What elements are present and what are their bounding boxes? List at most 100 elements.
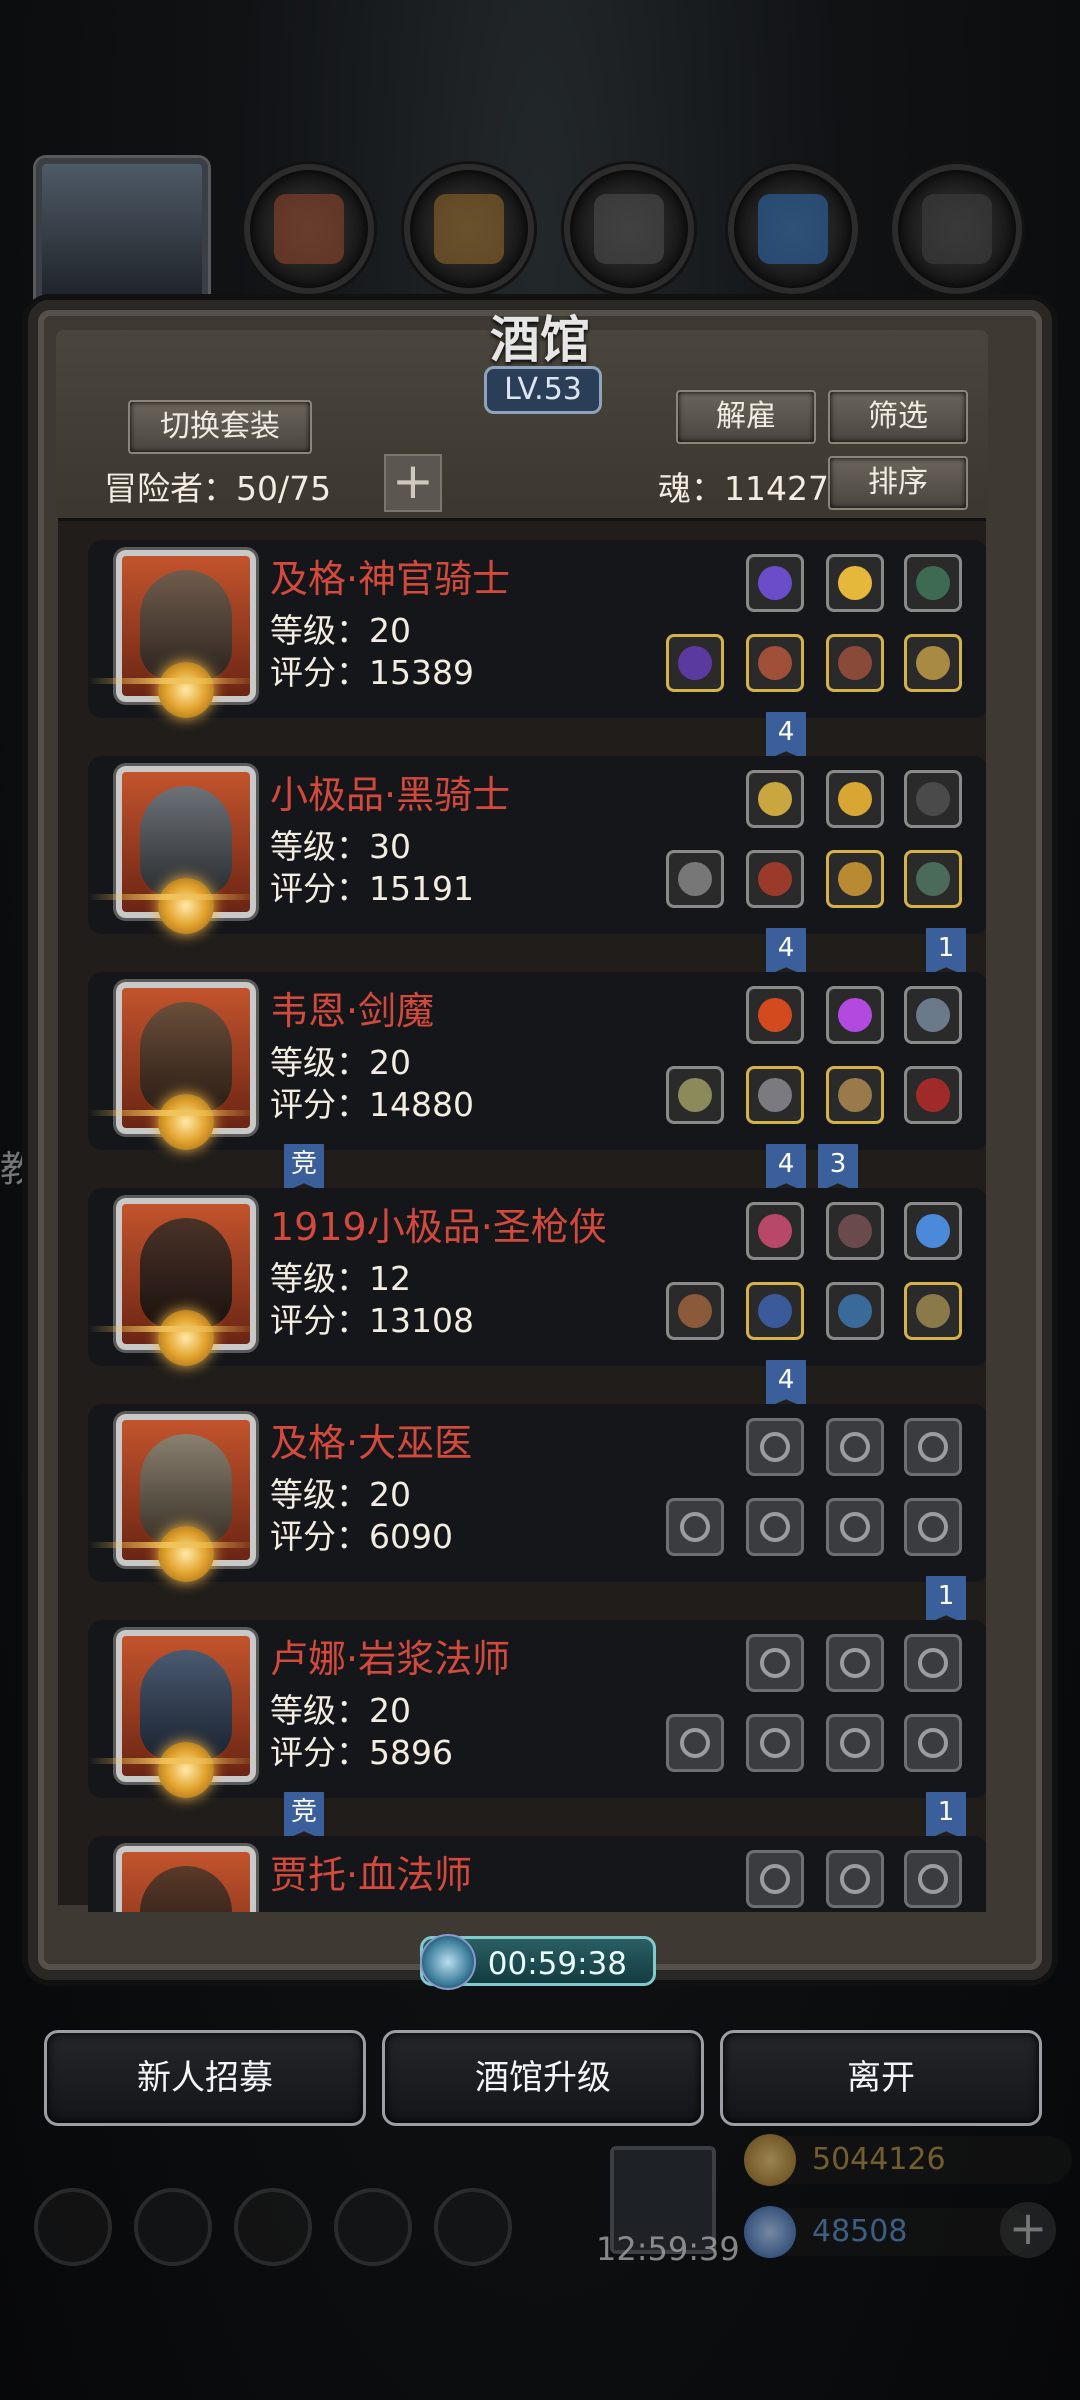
empty-slot-ring-icon[interactable]: [826, 1714, 884, 1772]
empty-slot-ring-icon[interactable]: [826, 1498, 884, 1556]
switch-set-button[interactable]: 切换套装: [128, 400, 312, 454]
hero-card[interactable]: 卢娜·岩浆法师 等级：20 评分：5896: [88, 1620, 986, 1798]
equipment-slot[interactable]: [666, 1066, 724, 1124]
empty-slot-ring-icon[interactable]: [904, 1714, 962, 1772]
empty-slot-hourglass-icon[interactable]: [904, 1850, 962, 1908]
hero-score: 评分：5896: [270, 1733, 453, 1772]
empty-slot-staff-icon[interactable]: [666, 1714, 724, 1772]
equipment-slot[interactable]: [666, 1282, 724, 1340]
settings-icon[interactable]: [34, 2188, 112, 2266]
hero-name: 韦恩·剑魔: [270, 989, 435, 1033]
equipment-slot[interactable]: [904, 850, 962, 908]
equipment-slot[interactable]: [746, 770, 804, 828]
page-title: 酒馆: [490, 310, 590, 369]
filter-button[interactable]: 筛选: [828, 390, 968, 444]
equipment-slot[interactable]: [826, 850, 884, 908]
upgrade-flag: 1: [926, 1576, 966, 1624]
equipment-slot[interactable]: [826, 770, 884, 828]
hero-card[interactable]: 小极品·黑骑士 等级：30 评分：15191: [88, 756, 986, 934]
empty-slot-hourglass-icon[interactable]: [826, 1850, 884, 1908]
amulet-icon: [758, 782, 792, 816]
gold-count: 5044126: [748, 2136, 1072, 2184]
star-menu-icon[interactable]: [134, 2188, 212, 2266]
empty-slot-armor-icon[interactable]: [746, 1498, 804, 1556]
equipment-slot[interactable]: [746, 634, 804, 692]
empty-slot-icon: [840, 1648, 870, 1678]
empty-slot-drop-icon[interactable]: [746, 1418, 804, 1476]
empty-slot-hourglass-icon[interactable]: [826, 1634, 884, 1692]
empty-slot-icon: [840, 1728, 870, 1758]
equipment-slot[interactable]: [746, 1066, 804, 1124]
add-currency-button[interactable]: +: [1000, 2202, 1056, 2258]
tab-crystal-icon[interactable]: [728, 164, 858, 294]
wing-decoration: [88, 894, 258, 900]
robe-icon: [758, 646, 792, 680]
empty-slot-drop-icon[interactable]: [746, 1634, 804, 1692]
empty-slot-icon: [840, 1432, 870, 1462]
upgrade-tavern-button[interactable]: 酒馆升级: [382, 2030, 704, 2126]
hero-name: 及格·大巫医: [270, 1421, 473, 1465]
tab-ore-icon[interactable]: [892, 164, 1022, 294]
mail-icon[interactable]: [334, 2188, 412, 2266]
hero-card[interactable]: 贾托·血法师: [88, 1836, 986, 1912]
equipment-slot[interactable]: [904, 1282, 962, 1340]
equipment-slot[interactable]: [826, 1282, 884, 1340]
equipment-slot[interactable]: [826, 1066, 884, 1124]
hero-card[interactable]: 韦恩·剑魔 等级：20 评分：14880: [88, 972, 986, 1150]
equipment-slot[interactable]: [904, 554, 962, 612]
dismiss-button[interactable]: 解雇: [676, 390, 816, 444]
empty-slot-armor-icon[interactable]: [746, 1714, 804, 1772]
equipment-slot[interactable]: [746, 986, 804, 1044]
equipment-slot[interactable]: [904, 986, 962, 1044]
equipment-slot[interactable]: [904, 1202, 962, 1260]
equipment-slot[interactable]: [904, 770, 962, 828]
equipment-slot[interactable]: [826, 986, 884, 1044]
ore-icon: [922, 194, 992, 264]
tab-armor-icon[interactable]: [404, 164, 534, 294]
tab-hero-portrait[interactable]: [36, 158, 208, 310]
tab-material-icon[interactable]: [564, 164, 694, 294]
empty-slot-hourglass-icon[interactable]: [904, 1634, 962, 1692]
recruit-button[interactable]: 新人招募: [44, 2030, 366, 2126]
equipment-slot[interactable]: [826, 1202, 884, 1260]
equipment-slot[interactable]: [904, 1066, 962, 1124]
equipment-slot[interactable]: [666, 634, 724, 692]
leave-button[interactable]: 离开: [720, 2030, 1042, 2126]
hero-list[interactable]: 及格·神官骑士 等级：20 评分：15389 4 小极品·黑骑士 等级：30 评…: [58, 522, 986, 1912]
tab-weapon-icon[interactable]: [244, 164, 374, 294]
equipment-slot[interactable]: [826, 554, 884, 612]
hero-score: 评分：13108: [270, 1301, 474, 1340]
rank-emblem-icon: [158, 1094, 214, 1150]
empty-slot-staff-icon[interactable]: [666, 1498, 724, 1556]
empty-slot-icon: [918, 1648, 948, 1678]
flame-icon: [758, 998, 792, 1032]
empty-slot-hourglass-icon[interactable]: [826, 1418, 884, 1476]
staff-icon: [678, 646, 712, 680]
empty-slot-drop-icon[interactable]: [746, 1850, 804, 1908]
green-orb-icon: [916, 566, 950, 600]
hero-portrait[interactable]: [116, 1846, 256, 1912]
hero-level: 等级：20: [270, 611, 411, 650]
wing-decoration: [88, 1326, 258, 1332]
add-adventurer-button[interactable]: +: [384, 454, 442, 512]
equipment-slot[interactable]: [746, 1282, 804, 1340]
talisman-icon: [916, 998, 950, 1032]
equipment-slot[interactable]: [746, 554, 804, 612]
equipment-slot[interactable]: [746, 1202, 804, 1260]
empty-slot-ring-icon[interactable]: [904, 1498, 962, 1556]
hero-card[interactable]: 及格·大巫医 等级：20 评分：6090: [88, 1404, 986, 1582]
equipment-slot[interactable]: [666, 850, 724, 908]
equipment-slot[interactable]: [904, 634, 962, 692]
equipment-slot[interactable]: [826, 634, 884, 692]
hero-card[interactable]: 及格·神官骑士 等级：20 评分：15389: [88, 540, 986, 718]
empty-slot-icon: [680, 1512, 710, 1542]
chat-icon[interactable]: [434, 2188, 512, 2266]
wing-decoration: [88, 678, 258, 684]
rank-emblem-icon: [158, 1742, 214, 1798]
map-icon[interactable]: [234, 2188, 312, 2266]
sort-button[interactable]: 排序: [828, 456, 968, 510]
equipment-slot[interactable]: [746, 850, 804, 908]
hero-face: [140, 1866, 232, 1912]
hero-card[interactable]: 1919小极品·圣枪侠 等级：12 评分：13108: [88, 1188, 986, 1366]
empty-slot-hourglass-icon[interactable]: [904, 1418, 962, 1476]
